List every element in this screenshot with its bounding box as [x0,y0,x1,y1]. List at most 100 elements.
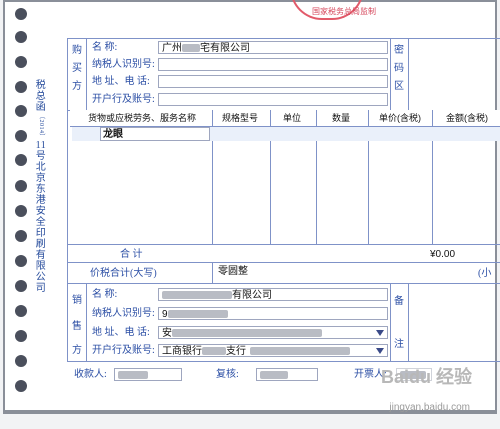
grid-line [67,38,68,361]
total-label: 合 计 [120,249,143,260]
grid-line [212,262,213,283]
column-header-name: 货物或应税劳务、服务名称 [87,113,196,123]
grid-line [67,283,500,284]
payee-field[interactable] [114,368,182,381]
seller-taxid-field[interactable]: 9 [158,307,388,320]
redacted-block [182,44,200,53]
vertical-print-char: 税 [35,80,47,91]
binder-hole [15,255,27,267]
invoice-window: 国家税务总局监制 税总函〔2014〕 11 号北京东港安全印刷有限公司 购买方 名 … [0,0,500,429]
buyer-name-field[interactable]: 广州 宅有限公司 [158,41,388,54]
vertical-print-char: 北 [35,162,47,173]
binder-hole [15,154,27,166]
vertical-print-char: 全 [35,217,47,228]
seller-taxid-prefix: 9 [162,309,168,320]
vertical-print-char: 京 [35,173,47,184]
baidu-watermark: Baidu 经验 [380,367,472,387]
password-area-label: 密码区 [394,45,404,92]
binder-hole [15,280,27,292]
seller-address-label: 地 址、电 话: [92,327,150,338]
buyer-section-label: 购买方 [72,45,82,92]
binder-hole [15,380,27,392]
seller-bank-label: 开户行及账号: [92,345,155,356]
lowercase-hint: (小 [478,268,492,279]
chevron-down-icon[interactable] [376,348,384,354]
column-header-qty: 数量 [331,113,350,123]
grid-line [67,361,500,362]
goods-name-cell[interactable]: 龙眼 [100,127,210,141]
binder-hole [15,130,27,142]
column-header-amount: 金额(含税) [446,113,488,123]
buyer-address-label: 地 址、电 话: [92,76,150,87]
binder-hole [15,56,27,68]
tax-seal-text: 国家税务总局监制 [312,7,376,16]
vertical-print-char: 印 [35,228,47,239]
chevron-down-icon[interactable] [376,330,384,336]
remarks-label: 备注 [394,296,404,350]
vertical-print-char: 安 [35,206,47,217]
seller-name-label: 名 称: [92,289,118,300]
redacted-block [250,347,350,356]
payee-label: 收款人: [74,369,107,380]
watermark-url: jingyan.baidu.com [389,402,470,413]
binder-hole [15,305,27,317]
redacted-block [172,329,322,338]
grid-line [408,283,409,361]
seller-name-suffix: 有限公司 [232,290,272,301]
grid-line [86,38,87,110]
vertical-print-char: 限 [35,261,47,272]
binder-hole [15,105,27,117]
seller-section-label: 销售方 [72,295,82,356]
reviewer-label: 复核: [216,369,239,380]
binder-hole [15,205,27,217]
column-header-unit: 单位 [282,113,301,123]
binder-hole [15,330,27,342]
grid-line [67,38,500,39]
buyer-address-field[interactable] [158,75,388,88]
redacted-block [260,371,288,380]
buyer-taxid-label: 纳税人识别号: [92,59,155,70]
buyer-taxid-field[interactable] [158,58,388,71]
buyer-name-label: 名 称: [92,42,118,53]
grid-line [86,283,87,361]
total-amount: ¥0.00 [430,249,456,260]
buyer-bank-field[interactable] [158,93,388,106]
vertical-print-char: 号 [35,151,47,162]
redacted-block [162,291,232,300]
grid-line [390,38,391,110]
vertical-print-char: 〔2014〕 [38,113,44,140]
binder-hole [15,81,27,93]
tax-total-value: 零圆整 [218,266,248,277]
vertical-print-char: 总 [35,91,47,102]
seller-address-dropdown[interactable]: 安 [158,326,388,339]
vertical-print-char: 港 [35,195,47,206]
vertical-print-char: 公 [35,272,47,283]
vertical-print-char: 东 [35,184,47,195]
table-row[interactable]: 龙眼 [72,127,500,141]
vertical-print-char: 刷 [35,239,47,250]
redacted-block [167,310,228,319]
redacted-block [202,347,226,356]
redacted-block [118,371,148,380]
seller-bank-dropdown[interactable]: 工商银行 支行 [158,344,388,357]
binder-hole [15,355,27,367]
vertical-print-char: 函 [35,102,47,113]
binder-hole [15,180,27,192]
vertical-print-char: 司 [35,283,47,294]
seller-bank-prefix: 工商银行 [162,346,202,357]
binder-hole [15,230,27,242]
binder-hole [15,8,27,20]
seller-name-field[interactable]: 有限公司 [158,288,388,301]
binder-hole [15,31,27,43]
buyer-bank-label: 开户行及账号: [92,94,155,105]
column-header-spec: 规格型号 [221,113,258,123]
printing-info-vertical: 税总函〔2014〕 11 号北京东港安全印刷有限公司 [35,80,47,294]
seller-bank-middle: 支行 [226,346,246,357]
goods-table-header: 货物或应税劳务、服务名称 规格型号 单位 数量 单价(含税) 金额(含税) [70,110,500,127]
reviewer-field[interactable] [256,368,318,381]
vertical-print-char: 有 [35,250,47,261]
buyer-name-prefix: 广州 [162,43,182,54]
column-header-price: 单价(含税) [379,113,421,123]
tax-total-label: 价税合计(大写) [90,268,157,279]
seller-address-prefix: 安 [162,328,172,339]
